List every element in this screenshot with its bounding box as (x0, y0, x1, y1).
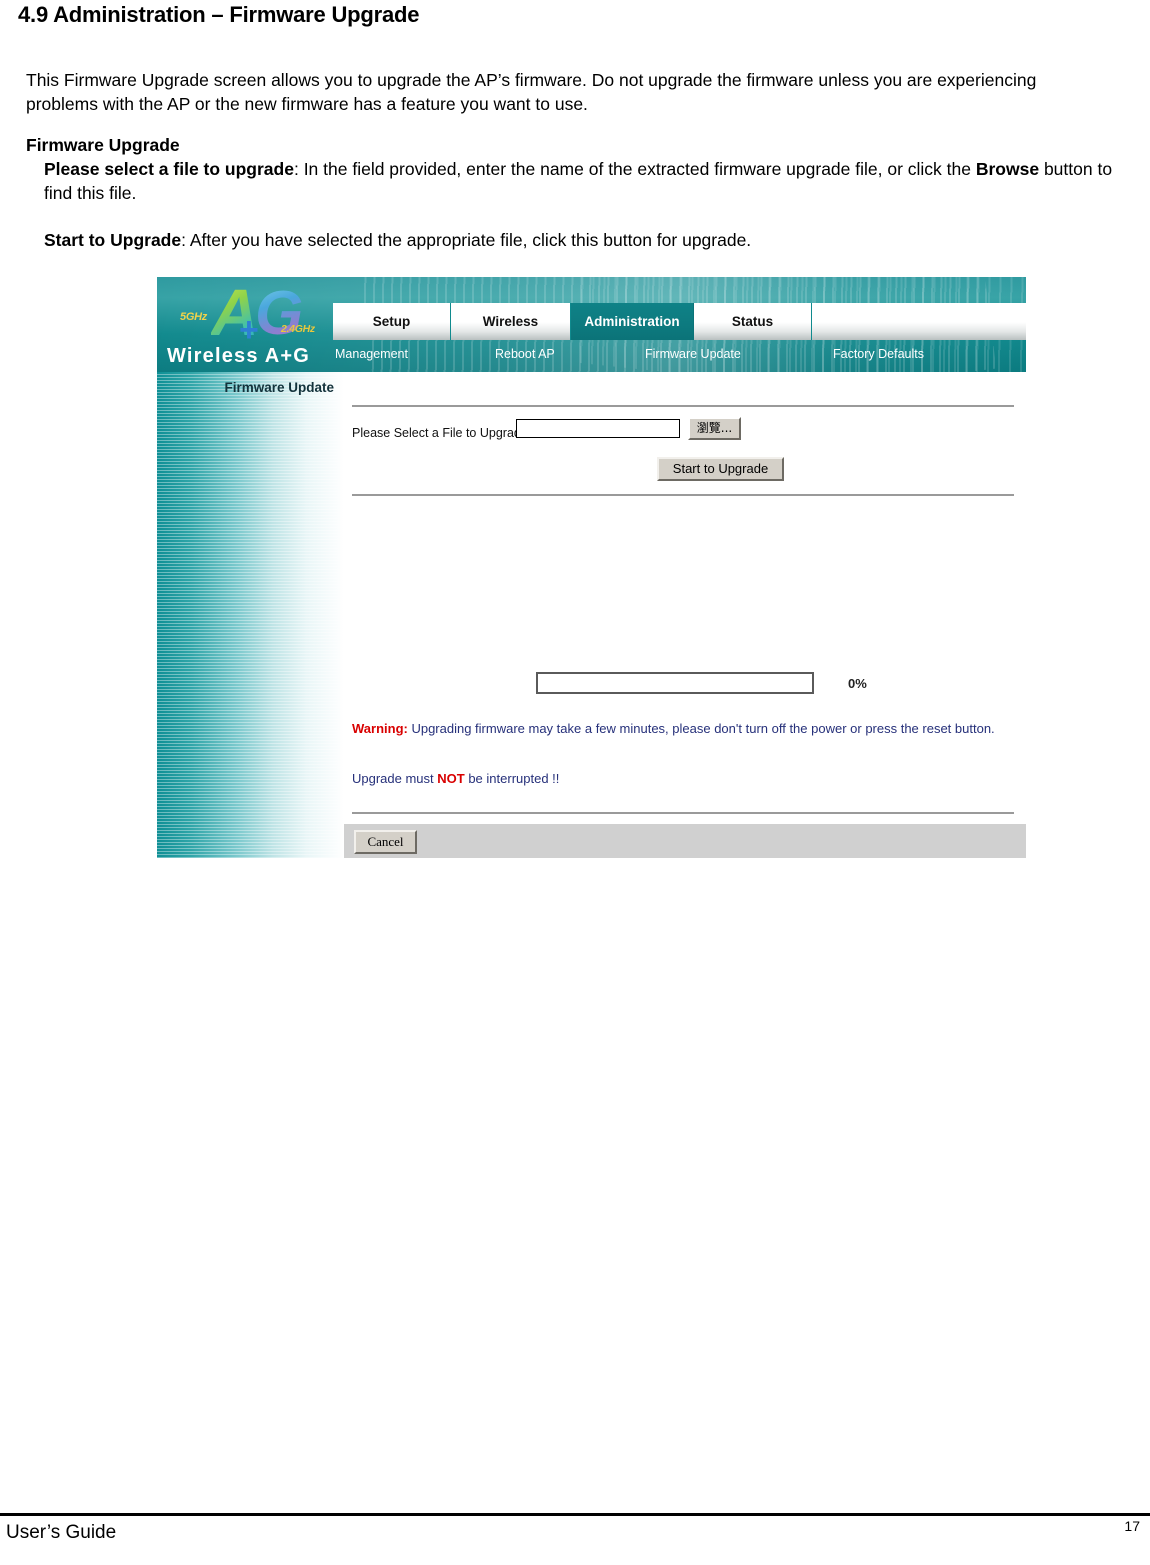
upgrade-progress-percent: 0% (848, 676, 867, 691)
tab-bar-filler (812, 303, 1026, 340)
embedded-ui-screenshot: A G + 5GHz 2.4GHz Wireless A+G Setup Wir… (157, 277, 1026, 858)
firmware-file-input[interactable] (516, 419, 680, 438)
section-heading: Firmware Upgrade (26, 135, 180, 155)
logo-band-24ghz-label: 2.4GHz (281, 323, 315, 335)
action-bar: Cancel (344, 824, 1026, 858)
footer-divider (0, 1513, 1150, 1516)
warning-line2-pre: Upgrade must (352, 771, 438, 786)
file-field-label: Please Select a File to Upgrade: (352, 426, 532, 440)
subnav-item-reboot-ap[interactable]: Reboot AP (495, 347, 645, 361)
logo-band-5ghz-label: 5GHz (180, 311, 207, 323)
divider-middle (352, 494, 1014, 496)
tab-status[interactable]: Status (694, 303, 812, 340)
please-select-paragraph: Please select a file to upgrade: In the … (44, 157, 1114, 205)
logo-product-name: Wireless A+G (167, 345, 310, 367)
divider-top (352, 405, 1014, 407)
ap-header-band: A G + 5GHz 2.4GHz Wireless A+G Setup Wir… (157, 277, 1026, 445)
tab-setup[interactable]: Setup (333, 303, 451, 340)
cancel-button[interactable]: Cancel (354, 830, 417, 854)
please-select-body: : In the field provided, enter the name … (293, 159, 976, 179)
start-to-upgrade-button[interactable]: Start to Upgrade (657, 457, 784, 481)
logo-letter-g: G (255, 279, 304, 348)
subnav-item-management[interactable]: Management (333, 347, 495, 361)
start-upgrade-bold-label: Start to Upgrade (44, 230, 182, 250)
sidebar-title: Firmware Update (224, 380, 334, 395)
browse-button[interactable]: 瀏覽... (688, 417, 741, 440)
start-upgrade-paragraph: Start to Upgrade: After you have selecte… (44, 228, 1114, 252)
ap-body: Firmware Update Please Select a File to … (157, 372, 1026, 858)
footer-guide-label: User’s Guide (6, 1522, 117, 1543)
warning-secondary-message: Upgrade must NOT be interrupted !! (352, 771, 559, 786)
sub-navigation-bar: Management Reboot AP Firmware Update Fac… (333, 340, 1026, 368)
warning-line2-post: be interrupted !! (464, 771, 560, 786)
sidebar-panel: Firmware Update (157, 372, 344, 858)
browse-bold-label: Browse (975, 159, 1040, 179)
subnav-item-factory-defaults[interactable]: Factory Defaults (833, 347, 924, 361)
warning-not-emphasis: NOT (437, 771, 465, 786)
footer-page-number: 17 (1124, 1518, 1140, 1534)
tab-administration[interactable]: Administration (571, 303, 694, 340)
warning-message: Warning: Upgrading firmware may take a f… (352, 719, 1012, 738)
upgrade-progress-bar (536, 672, 814, 694)
logo-plus-icon: + (239, 311, 259, 349)
subnav-item-firmware-update[interactable]: Firmware Update (645, 347, 833, 361)
product-logo: A G + 5GHz 2.4GHz Wireless A+G (163, 279, 339, 371)
please-select-bold-label: Please select a file to upgrade (44, 159, 294, 179)
start-upgrade-body: : After you have selected the appropriat… (181, 230, 752, 250)
warning-prefix-label: Warning: (352, 721, 408, 736)
page-title: 4.9 Administration – Firmware Upgrade (18, 2, 420, 27)
warning-body-text: Upgrading firmware may take a few minute… (407, 721, 995, 736)
intro-paragraph: This Firmware Upgrade screen allows you … (26, 70, 1037, 114)
tab-wireless[interactable]: Wireless (451, 303, 571, 340)
content-panel: Please Select a File to Upgrade: 瀏覽... S… (344, 372, 1026, 858)
divider-bottom (352, 812, 1014, 814)
main-tab-bar: Setup Wireless Administration Status (333, 303, 1026, 340)
